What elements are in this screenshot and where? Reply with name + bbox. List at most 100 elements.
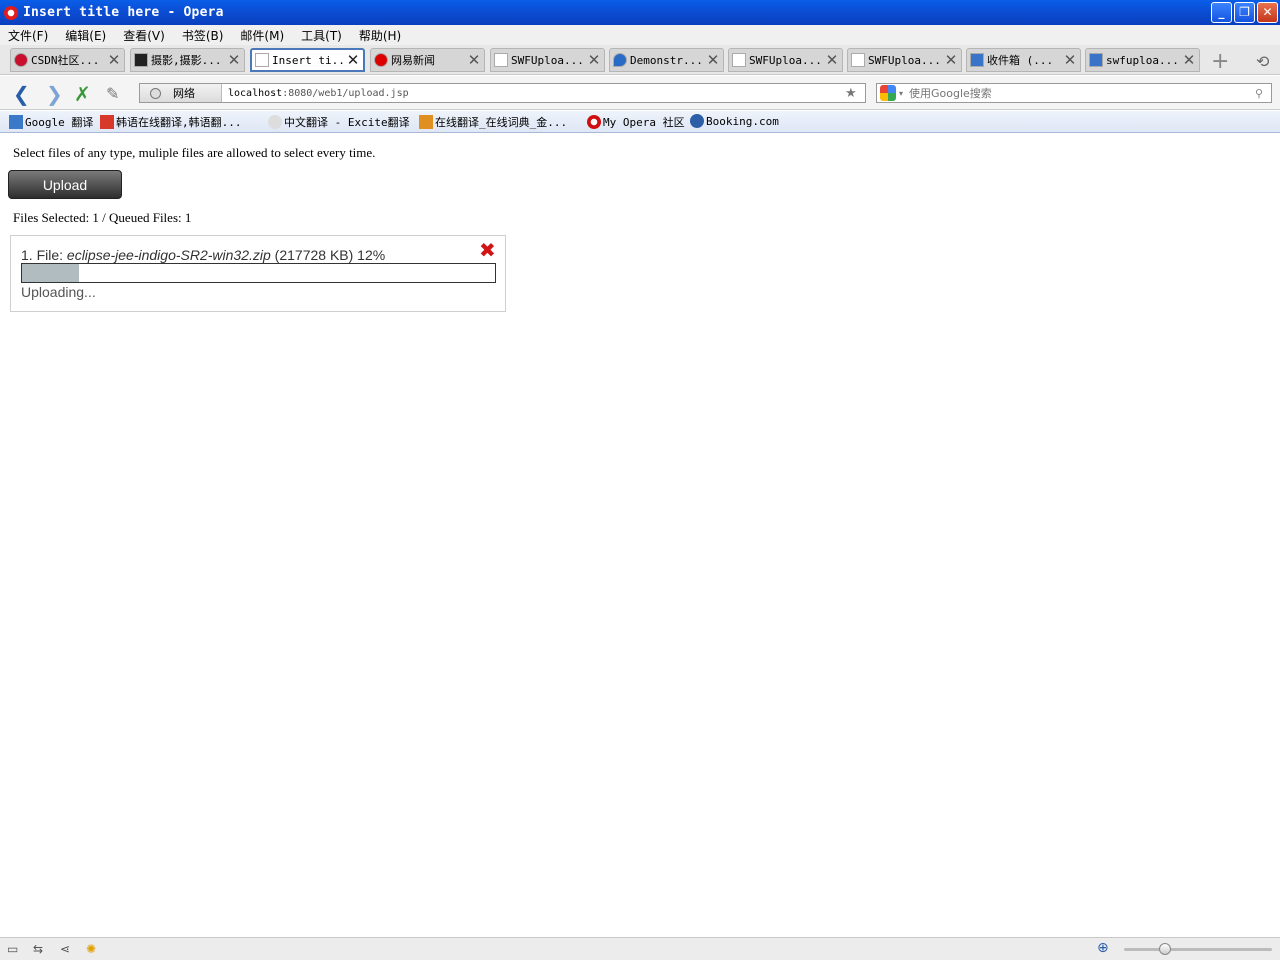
edit-icon[interactable]: ✎: [106, 84, 119, 103]
tab-label: swfuploa...: [1106, 53, 1179, 67]
forward-icon[interactable]: ❯: [46, 82, 63, 106]
netease-icon: [374, 53, 388, 67]
tab-swfupload-mail[interactable]: swfuploa... ✕: [1085, 48, 1200, 72]
google-icon[interactable]: [880, 85, 896, 101]
tab-swfupload-1[interactable]: SWFUploa... ✕: [490, 48, 605, 72]
status-bar: ▭ ⇆ ⋖ ✺ ⊕: [0, 937, 1280, 960]
menu-edit[interactable]: 编辑(E): [65, 27, 106, 44]
title-bar: Insert title here - Opera _ ❐ ✕: [0, 0, 1280, 25]
upload-status: Uploading...: [21, 284, 96, 300]
menu-tools[interactable]: 工具(T): [301, 27, 342, 44]
tab-label: CSDN社区...: [31, 54, 100, 67]
tab-inbox[interactable]: 收件箱 (... ✕: [966, 48, 1081, 72]
zoom-slider[interactable]: [1124, 943, 1272, 955]
url-host: localhost: [228, 87, 283, 99]
globe-icon: [150, 87, 161, 99]
excite-icon: [268, 115, 282, 129]
tab-label: SWFUploa...: [749, 53, 822, 67]
stop-icon[interactable]: ✗: [74, 82, 91, 106]
tab-demonstration[interactable]: Demonstr... ✕: [609, 48, 724, 72]
search-engine-dropdown-icon[interactable]: ▾: [899, 89, 903, 98]
opera-logo-icon[interactable]: [4, 5, 18, 20]
tab-photography[interactable]: 摄影,摄影... ✕: [130, 48, 245, 72]
tab-close-icon[interactable]: ✕: [587, 51, 601, 69]
tab-label: 收件箱 (...: [987, 54, 1054, 67]
file-name: eclipse-jee-indigo-SR2-win32.zip: [66, 247, 271, 263]
tab-swfupload-3[interactable]: SWFUploa... ✕: [847, 48, 962, 72]
tab-close-icon[interactable]: ✕: [706, 51, 720, 69]
bookmark-label: 韩语在线翻译,韩语翻...: [116, 116, 242, 129]
bookmark-google-translate[interactable]: Google 翻译: [9, 114, 93, 130]
bookmark-label: 中文翻译 - Excite翻译: [284, 116, 410, 129]
tab-label: SWFUploa...: [868, 53, 941, 67]
menu-bar: 文件(F) 编辑(E) 查看(V) 书签(B) 邮件(M) 工具(T) 帮助(H…: [0, 25, 1280, 45]
upload-button[interactable]: Upload: [8, 170, 122, 199]
close-window-button[interactable]: ✕: [1257, 2, 1278, 23]
page-icon: [255, 53, 269, 67]
tab-label: Demonstr...: [630, 53, 703, 67]
menu-bookmarks[interactable]: 书签(B): [182, 27, 224, 44]
tab-swfupload-2[interactable]: SWFUploa... ✕: [728, 48, 843, 72]
search-icon[interactable]: ⚲: [1255, 87, 1271, 100]
photo-site-icon: [134, 53, 148, 67]
menu-help[interactable]: 帮助(H): [359, 27, 401, 44]
zoom-icon[interactable]: ⊕: [1097, 940, 1109, 956]
minimize-button[interactable]: _: [1211, 2, 1232, 23]
panel-toggle-icon[interactable]: ▭: [7, 942, 18, 956]
file-size-percent: (217728 KB) 12%: [270, 247, 386, 263]
menu-view[interactable]: 查看(V): [123, 27, 165, 44]
maximize-button[interactable]: ❐: [1234, 2, 1255, 23]
search-input[interactable]: [909, 86, 1255, 100]
network-label: 网络: [173, 87, 195, 100]
tab-close-icon[interactable]: ✕: [227, 51, 241, 69]
turbo-icon[interactable]: ⋖: [60, 942, 70, 956]
tab-close-icon[interactable]: ✕: [467, 51, 481, 69]
tab-netease-news[interactable]: 网易新闻 ✕: [370, 48, 485, 72]
mail-icon: [1089, 53, 1103, 67]
tab-close-icon[interactable]: ✕: [944, 51, 958, 69]
bookmark-label: Booking.com: [706, 114, 779, 128]
file-progress-panel: 1. File: eclipse-jee-indigo-SR2-win32.zi…: [10, 235, 506, 312]
tab-label: SWFUploa...: [511, 53, 584, 67]
tab-close-icon[interactable]: ✕: [825, 51, 839, 69]
tab-close-icon[interactable]: ✕: [346, 51, 360, 69]
url-field[interactable]: 网络 localhost:8080/web1/upload.jsp ★: [139, 83, 866, 103]
opera-icon: [587, 115, 601, 129]
bookmark-excite[interactable]: 中文翻译 - Excite翻译: [268, 114, 410, 130]
tab-csdn[interactable]: CSDN社区... ✕: [10, 48, 125, 72]
back-icon[interactable]: ❮: [13, 82, 30, 106]
tab-insert-title[interactable]: Insert ti... ✕: [250, 48, 365, 72]
bookmark-label: Google 翻译: [25, 116, 94, 129]
bookmark-iciba[interactable]: 在线翻译_在线词典_金...: [419, 114, 567, 130]
mail-icon: [970, 53, 984, 67]
url-text[interactable]: localhost:8080/web1/upload.jsp: [222, 88, 845, 99]
tab-label: 网易新闻: [391, 54, 435, 67]
site-info-badge[interactable]: 网络: [140, 84, 222, 102]
closed-tabs-icon[interactable]: ⟲: [1256, 52, 1269, 71]
menu-mail[interactable]: 邮件(M): [240, 27, 284, 44]
bookmark-star-icon[interactable]: ★: [845, 86, 865, 101]
upload-progress-bar: [21, 263, 496, 283]
bookmark-label: 在线翻译_在线词典_金...: [435, 116, 568, 129]
tab-label: Insert ti...: [272, 53, 346, 67]
address-toolbar: ❮ ❯ ✗ ✎ 网络 localhost:8080/web1/upload.js…: [0, 76, 1280, 110]
tab-close-icon[interactable]: ✕: [1182, 51, 1196, 69]
opera-link-icon[interactable]: ⇆: [33, 942, 43, 956]
zoom-slider-knob[interactable]: [1159, 943, 1172, 955]
menu-file[interactable]: 文件(F): [8, 27, 48, 44]
upload-instructions: Select files of any type, muliple files …: [13, 145, 376, 160]
new-tab-icon[interactable]: +: [1211, 49, 1229, 74]
bookmark-booking[interactable]: Booking.com: [690, 114, 779, 128]
search-field[interactable]: ▾ ⚲: [876, 83, 1272, 103]
progress-fill: [22, 264, 79, 282]
iciba-icon: [419, 115, 433, 129]
window-title: Insert title here - Opera: [23, 5, 224, 20]
tab-close-icon[interactable]: ✕: [107, 51, 121, 69]
page-content: Select files of any type, muliple files …: [0, 134, 1280, 937]
unite-icon[interactable]: ✺: [86, 942, 96, 956]
bookmark-korean-translate[interactable]: 韩语在线翻译,韩语翻...: [100, 114, 242, 130]
bookmark-my-opera[interactable]: My Opera 社区: [587, 114, 685, 130]
file-prefix: 1. File:: [21, 247, 67, 263]
cancel-upload-icon[interactable]: ✖: [479, 238, 496, 262]
tab-close-icon[interactable]: ✕: [1063, 51, 1077, 69]
